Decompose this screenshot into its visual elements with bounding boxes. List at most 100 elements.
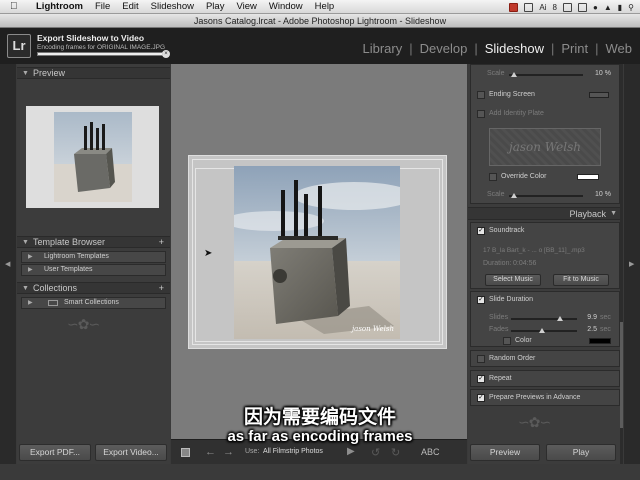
template-browser-label: Template Browser (33, 237, 106, 247)
track-name: 17 B_la Bart_k - ... o [BB_11]_.mp3 (483, 247, 585, 254)
photo-signature: jason Welsh (352, 325, 394, 333)
folder-expand-icon[interactable]: ▶ (28, 252, 33, 262)
preview-panel-header[interactable]: ▼ Preview (17, 67, 170, 79)
module-web[interactable]: Web (606, 41, 633, 56)
module-print[interactable]: Print (561, 41, 588, 56)
ai-icon[interactable]: Ai (539, 3, 546, 12)
titles-panel: Scale 10 % Ending Screen Add Identity Pl… (470, 64, 620, 204)
preview-button[interactable]: Preview (470, 444, 540, 461)
display-icon[interactable] (562, 2, 572, 12)
template-browser-header[interactable]: ▼ Template Browser + (17, 236, 170, 248)
random-order-label: Random Order (489, 355, 536, 362)
menu-lightroom[interactable]: Lightroom (36, 1, 83, 12)
play-icon[interactable]: ▶ (347, 446, 355, 457)
scale-slider-track[interactable] (509, 74, 583, 76)
template-folder-user[interactable]: ▶ User Templates (21, 264, 166, 276)
collapse-left-icon[interactable]: ◀ (5, 260, 10, 268)
add-identity-plate-checkbox[interactable] (477, 110, 485, 118)
task-status: Export Slideshow to Video Encoding frame… (37, 33, 165, 51)
export-video-button[interactable]: Export Video... (95, 444, 167, 461)
scale-slider-knob[interactable] (511, 72, 517, 77)
slides-slider-track[interactable] (511, 318, 577, 320)
repeat-checkbox[interactable]: ✓ (477, 375, 485, 383)
ending-screen-checkbox[interactable] (477, 91, 485, 99)
template-folder-label: User Templates (44, 266, 93, 273)
select-music-button[interactable]: Select Music (485, 274, 541, 286)
slides-label: Slides (489, 314, 509, 321)
soundtrack-checkbox[interactable]: ✓ (477, 227, 485, 235)
playback-header-label: Playback (569, 209, 606, 219)
color-checkbox[interactable] (503, 337, 511, 345)
menu-window[interactable]: Window (269, 1, 303, 12)
playback-panel-header[interactable]: Playback ▼ (468, 207, 623, 220)
collapse-right-icon[interactable]: ▶ (629, 260, 634, 268)
add-collection-icon[interactable]: + (159, 283, 164, 294)
slides-slider-knob[interactable] (557, 316, 563, 321)
play-button[interactable]: Play (546, 444, 616, 461)
folder-expand-icon[interactable]: ▶ (28, 265, 33, 275)
slide-editor-view[interactable]: jason Welsh ➤ (171, 64, 467, 439)
ending-screen-color-swatch[interactable] (589, 92, 609, 98)
rotate-left-icon[interactable]: ↺ (371, 446, 380, 459)
menu-file[interactable]: File (95, 1, 110, 12)
disclosure-triangle-icon[interactable]: ▼ (22, 68, 29, 79)
identity-plate-preview[interactable]: jason Welsh (489, 128, 601, 166)
apple-menu-icon[interactable]:  (10, 1, 22, 12)
module-library[interactable]: Library (362, 41, 402, 56)
module-separator: | (474, 41, 478, 56)
mouse-pointer-icon: ➤ (204, 248, 213, 259)
battery-icon[interactable]: ▮ (618, 3, 622, 12)
task-detail: Encoding frames for ORIGINAL IMAGE.JPG (37, 44, 165, 51)
menu-play[interactable]: Play (206, 1, 224, 12)
collection-smart[interactable]: ▶ Smart Collections (21, 297, 166, 309)
folder-expand-icon[interactable]: ▶ (28, 298, 33, 308)
module-separator: | (409, 41, 413, 56)
slides-value: 9.9 (587, 314, 597, 321)
menu-view[interactable]: View (236, 1, 256, 12)
override-color-checkbox[interactable] (489, 173, 497, 181)
photo-concrete-block (234, 166, 400, 339)
disclosure-triangle-icon[interactable]: ▼ (22, 237, 29, 248)
menu-edit[interactable]: Edit (122, 1, 138, 12)
slide-photo[interactable]: jason Welsh (234, 166, 400, 339)
collections-header[interactable]: ▼ Collections + (17, 282, 170, 294)
use-dropdown[interactable]: All Filmstrip Photos (263, 448, 323, 455)
module-slideshow[interactable]: Slideshow (485, 41, 544, 56)
export-pdf-button[interactable]: Export PDF... (19, 444, 91, 461)
scale-label-2: Scale (487, 191, 505, 198)
fade-color-swatch[interactable] (589, 338, 611, 344)
scale-slider-knob-2[interactable] (511, 193, 517, 198)
search-icon[interactable]: ⚲ (628, 3, 634, 12)
prepare-previews-checkbox[interactable]: ✓ (477, 394, 485, 402)
repeat-section: ✓ Repeat (470, 370, 620, 387)
slide-preview-thumbnail (26, 106, 159, 208)
fit-to-music-button[interactable]: Fit to Music (553, 274, 609, 286)
slide-canvas[interactable]: jason Welsh (188, 155, 447, 349)
menu-slideshow[interactable]: Slideshow (151, 1, 194, 12)
collection-label: Smart Collections (64, 299, 119, 306)
random-order-checkbox[interactable] (477, 355, 485, 363)
window-icon[interactable] (524, 2, 534, 12)
grid-icon[interactable] (577, 2, 587, 12)
template-folder-lightroom[interactable]: ▶ Lightroom Templates (21, 251, 166, 263)
scale-slider-track-2[interactable] (509, 195, 583, 197)
subtitle-chinese: 因为需要编码文件 (243, 407, 396, 428)
next-slide-icon[interactable]: → (223, 446, 234, 458)
slide-duration-checkbox[interactable]: ✓ (477, 296, 485, 304)
smart-collection-folder-icon (48, 300, 58, 306)
rotate-right-icon[interactable]: ↻ (391, 446, 400, 459)
stop-button[interactable] (181, 448, 190, 457)
module-develop[interactable]: Develop (420, 41, 468, 56)
add-text-overlay-button[interactable]: ABC (421, 447, 440, 457)
menu-help[interactable]: Help (315, 1, 335, 12)
add-template-icon[interactable]: + (159, 237, 164, 248)
wifi-icon[interactable]: ● (593, 3, 598, 12)
disclosure-triangle-icon[interactable]: ▼ (610, 210, 617, 217)
record-status-icon[interactable] (509, 2, 519, 12)
fades-slider-knob[interactable] (539, 328, 545, 333)
previous-slide-icon[interactable]: ← (205, 446, 216, 458)
cancel-export-icon[interactable]: × (162, 50, 170, 58)
disclosure-triangle-icon[interactable]: ▼ (22, 283, 29, 294)
override-color-swatch[interactable] (577, 174, 599, 180)
volume-icon[interactable]: ▲ (604, 3, 612, 12)
